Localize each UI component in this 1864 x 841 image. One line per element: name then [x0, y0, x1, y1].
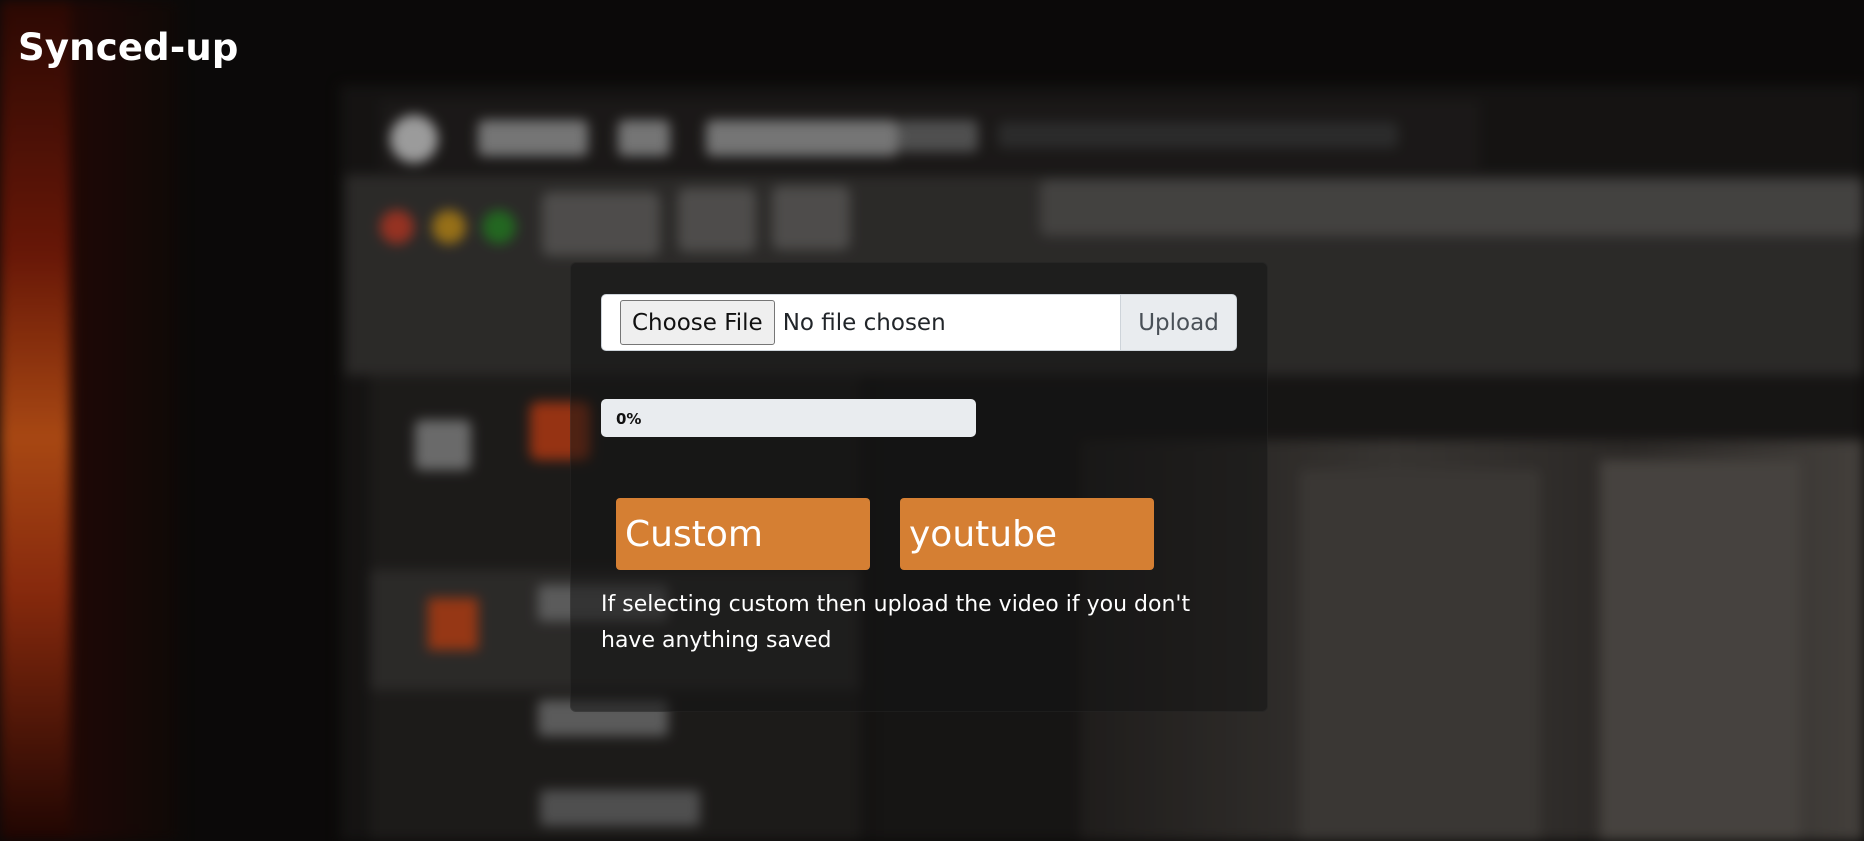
- progress-label: 0%: [616, 410, 642, 428]
- choose-file-button[interactable]: Choose File: [620, 300, 775, 345]
- hint-text: If selecting custom then upload the vide…: [601, 592, 1191, 653]
- brand-title[interactable]: Synced-up: [18, 26, 239, 69]
- file-upload-group: Choose File No file chosen Upload: [601, 294, 1237, 351]
- file-status-text: No file chosen: [782, 309, 946, 336]
- file-input[interactable]: Choose File No file chosen: [601, 294, 1121, 351]
- upload-progress-bar: 0%: [601, 399, 976, 437]
- upload-button[interactable]: Upload: [1121, 294, 1237, 351]
- youtube-button[interactable]: youtube: [900, 498, 1154, 570]
- custom-button[interactable]: Custom: [616, 498, 870, 570]
